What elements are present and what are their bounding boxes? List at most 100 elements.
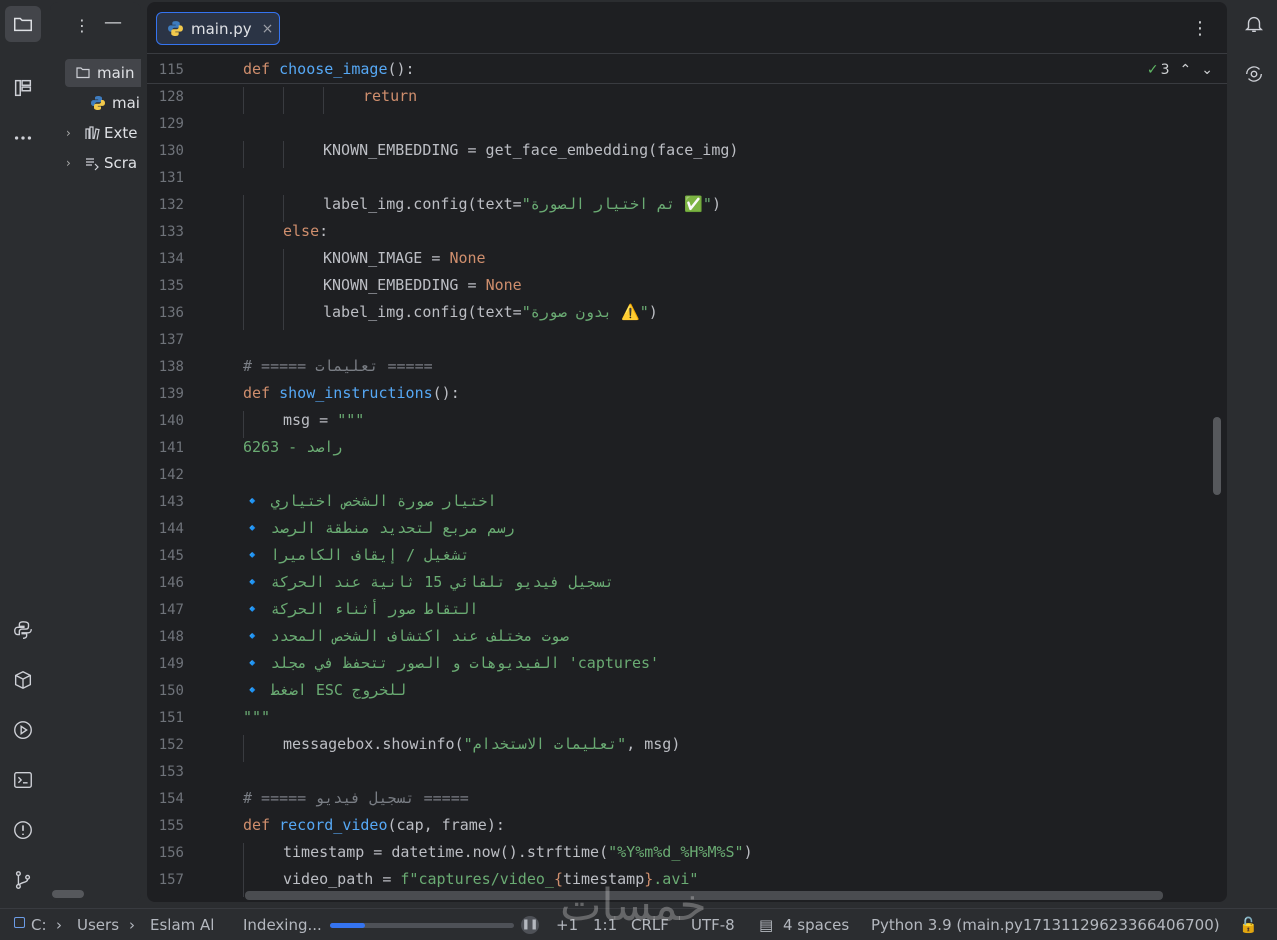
python-packages-button[interactable] (5, 662, 41, 698)
line-number: 151 (158, 710, 184, 726)
code-token: ) (711, 195, 721, 213)
close-icon[interactable]: × (262, 21, 274, 37)
indent-guide (243, 735, 244, 762)
module-icon (14, 917, 25, 928)
breadcrumb-item[interactable]: Eslam Al (150, 916, 214, 934)
code-token: # ===== تعليمات ===== (243, 357, 433, 375)
tree-item-main-py[interactable]: main (50, 89, 141, 117)
code-line[interactable]: label_img.config(text="تم اختيار الصورة … (323, 195, 721, 213)
code-token: (): (432, 384, 460, 402)
pause-icon[interactable]: ❚❚ (521, 916, 539, 934)
terminal-tool-button[interactable] (5, 762, 41, 798)
chevron-up-icon[interactable]: ⌃ (1180, 62, 1192, 78)
code-token: 🔹 التقاط صور أثناء الحركة (243, 600, 479, 618)
code-line[interactable]: 🔹 تشغيل / إيقاف الكاميرا (243, 546, 469, 564)
code-token: video_path = (283, 870, 401, 888)
code-token: 🔹 اضغط ESC للخروج (243, 681, 407, 699)
line-number: 129 (158, 116, 184, 132)
indent-guide (243, 411, 244, 438)
code-line[interactable]: KNOWN_IMAGE = None (323, 249, 486, 267)
python-console-button[interactable] (5, 612, 41, 648)
project-horizontal-scrollbar[interactable] (52, 890, 84, 898)
line-number: 156 (158, 845, 184, 861)
code-line[interactable]: def show_instructions(): (243, 384, 460, 402)
breadcrumb-item[interactable]: C: (31, 916, 47, 934)
code-line[interactable]: راصد - 6263 (243, 438, 342, 456)
indent-setting[interactable]: 4 spaces (783, 916, 849, 934)
git-tool-button[interactable] (5, 862, 41, 898)
editor-vertical-scrollbar[interactable] (1213, 417, 1221, 495)
code-line[interactable]: KNOWN_EMBEDDING = get_face_embedding(fac… (323, 141, 738, 159)
python-interpreter[interactable]: Python 3.9 (main.py17131129623366406700) (871, 916, 1220, 934)
line-number: 147 (158, 602, 184, 618)
structure-tool-button[interactable] (5, 70, 41, 106)
inspection-widget[interactable]: ✓ 3 ⌃ ⌄ (1147, 62, 1213, 78)
editor-tab-bar: main.py × ⋮ (147, 2, 1227, 54)
code-token: def (243, 60, 280, 78)
code-token: label_img.config(text= (323, 303, 522, 321)
code-token: ) (648, 303, 658, 321)
tree-item-main-file[interactable]: main (65, 59, 141, 87)
watermark: خمسات (560, 880, 707, 931)
code-line[interactable]: 🔹 التقاط صور أثناء الحركة (243, 600, 478, 618)
code-line[interactable]: timestamp = datetime.now().strftime("%Y%… (283, 843, 753, 861)
code-line[interactable]: KNOWN_EMBEDDING = None (323, 276, 522, 294)
code-line[interactable]: label_img.config(text="بدون صورة ⚠️") (323, 303, 658, 321)
code-line[interactable]: return (363, 87, 417, 105)
lock-icon[interactable]: 🔓 (1239, 916, 1258, 934)
code-line[interactable]: 🔹 الفيديوهات و الصور تتحفظ في مجلد 'capt… (243, 654, 659, 672)
line-number: 137 (158, 332, 184, 348)
code-line[interactable]: # ===== تسجيل فيديو ===== (243, 789, 469, 807)
code-line[interactable]: """ (243, 708, 270, 726)
problems-tool-button[interactable] (5, 812, 41, 848)
minimize-icon[interactable]: — (104, 12, 122, 33)
line-number: 146 (158, 575, 184, 591)
tree-item-external-libraries[interactable]: › Exte (50, 119, 141, 147)
ai-assistant-button[interactable] (1236, 56, 1272, 92)
more-horizontal-icon (14, 136, 32, 140)
code-line[interactable]: 🔹 اختيار صورة الشخص اختياري (243, 492, 497, 510)
structure-icon (14, 79, 32, 97)
code-token: None (449, 249, 486, 267)
options-icon[interactable]: ⋮ (74, 16, 90, 35)
code-line[interactable]: def record_video(cap, frame): (243, 816, 505, 834)
project-tool-button[interactable] (5, 6, 41, 42)
code-line[interactable]: else: (283, 222, 328, 240)
ai-assistant-icon (1245, 66, 1263, 82)
code-line[interactable]: 🔹 اضغط ESC للخروج (243, 681, 406, 699)
line-number: 134 (158, 251, 184, 267)
tab-label: main.py (191, 19, 252, 38)
tree-item-scratches[interactable]: › Scra (50, 149, 141, 177)
line-number: 142 (158, 467, 184, 483)
code-line[interactable]: # ===== تعليمات ===== (243, 357, 433, 375)
code-line[interactable]: def choose_image(): (243, 60, 415, 78)
code-line[interactable]: 🔹 صوت مختلف عند اكتشاف الشخص المحدد (243, 627, 569, 645)
run-icon (14, 721, 32, 739)
more-tools-button[interactable] (5, 120, 41, 156)
code-line[interactable]: 🔹 تسجيل فيديو تلقائي 15 ثانية عند الحركة (243, 573, 614, 591)
tab-options-icon[interactable]: ⋮ (1191, 18, 1209, 39)
bell-icon (1245, 16, 1263, 33)
run-tool-button[interactable] (5, 712, 41, 748)
code-line[interactable]: 🔹 رسم مربع لتحديد منطقة الرصد (243, 519, 515, 537)
line-number: 150 (158, 683, 184, 699)
notifications-button[interactable] (1236, 6, 1272, 42)
indent-guide (243, 276, 244, 303)
code-token: msg = (283, 411, 338, 429)
code-token: """ (337, 411, 365, 429)
breadcrumb-item[interactable]: Users (77, 916, 119, 934)
folder-icon (14, 17, 32, 32)
line-number: 145 (158, 548, 184, 564)
code-token: def (243, 816, 280, 834)
tab-main-py[interactable]: main.py × (156, 12, 280, 45)
line-number: 132 (158, 197, 184, 213)
line-number: 153 (158, 764, 184, 780)
code-line[interactable]: messagebox.showinfo("تعليمات الاستخدام",… (283, 735, 680, 753)
line-number: 139 (158, 386, 184, 402)
chevron-down-icon[interactable]: ⌄ (1201, 62, 1213, 78)
chevron-right-icon[interactable]: › (66, 156, 80, 170)
chevron-right-icon[interactable]: › (66, 126, 80, 140)
code-token: "بدون صورة ⚠️" (521, 303, 649, 321)
code-line[interactable]: msg = """ (283, 411, 364, 429)
python-console-icon (14, 621, 32, 639)
